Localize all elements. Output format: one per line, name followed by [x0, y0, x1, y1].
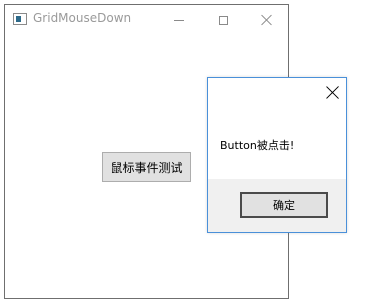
maximize-icon: [218, 15, 228, 25]
window-title: GridMouseDown: [33, 11, 132, 25]
message-box: Button被点击! 确定: [207, 77, 347, 233]
minimize-icon: [174, 19, 184, 21]
message-text: Button被点击!: [220, 139, 295, 152]
close-icon: [261, 14, 273, 26]
message-box-footer: 确定: [208, 179, 346, 232]
message-box-close-icon[interactable]: [326, 86, 340, 100]
app-window-icon: [13, 13, 27, 25]
title-bar[interactable]: GridMouseDown: [5, 5, 288, 35]
maximize-button[interactable]: [201, 5, 245, 35]
mouse-event-test-button[interactable]: 鼠标事件测试: [102, 152, 191, 182]
close-button[interactable]: [245, 5, 289, 35]
ok-button[interactable]: 确定: [240, 192, 328, 218]
minimize-button[interactable]: [157, 5, 201, 35]
